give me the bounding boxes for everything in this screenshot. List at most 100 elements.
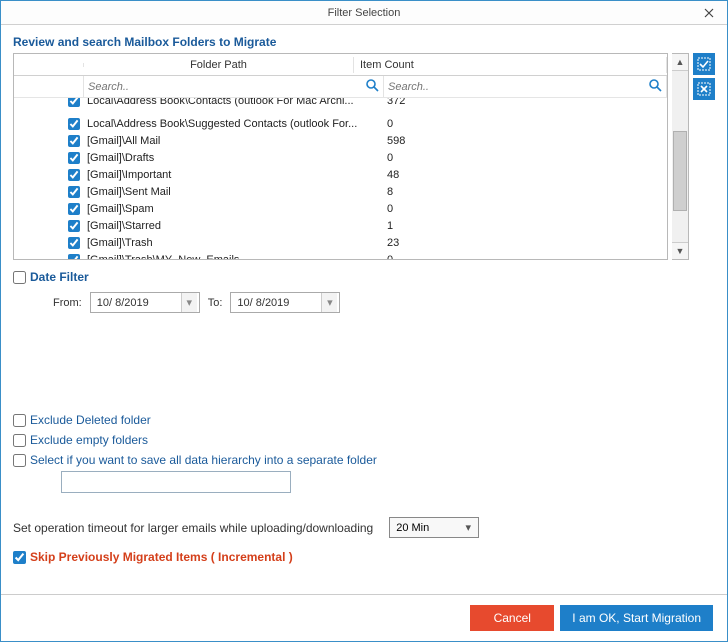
folders-table: Folder Path Item Count Local\Address Boo… bbox=[13, 53, 668, 260]
table-row[interactable]: [Gmail]\Trash23 bbox=[14, 234, 667, 251]
row-checkbox[interactable] bbox=[68, 152, 80, 164]
cancel-button[interactable]: Cancel bbox=[470, 605, 554, 631]
from-date-value: 10/ 8/2019 bbox=[97, 297, 149, 309]
exclude-empty-check[interactable]: Exclude empty folders bbox=[13, 433, 148, 447]
col-folder-path[interactable]: Folder Path bbox=[84, 57, 354, 73]
exclude-empty-checkbox[interactable] bbox=[13, 434, 26, 447]
check-all-icon bbox=[697, 57, 711, 71]
calendar-icon[interactable]: ▾ bbox=[321, 293, 337, 312]
to-date-picker[interactable]: 10/ 8/2019 ▾ bbox=[230, 292, 340, 313]
titlebar: Filter Selection bbox=[1, 1, 727, 25]
row-checkbox[interactable] bbox=[68, 118, 80, 130]
folders-area: Folder Path Item Count Local\Address Boo… bbox=[13, 53, 715, 260]
date-range-row: From: 10/ 8/2019 ▾ To: 10/ 8/2019 ▾ bbox=[13, 292, 715, 313]
skip-migrated-checkbox[interactable] bbox=[13, 551, 26, 564]
skip-migrated-label: Skip Previously Migrated Items ( Increme… bbox=[30, 550, 293, 564]
table-row[interactable]: [Gmail]\Sent Mail8 bbox=[14, 183, 667, 200]
hierarchy-folder-input[interactable] bbox=[61, 471, 291, 493]
scroll-thumb[interactable] bbox=[673, 131, 687, 211]
scroll-down-button[interactable]: ▼ bbox=[672, 242, 688, 259]
save-hierarchy-checkbox[interactable] bbox=[13, 454, 26, 467]
row-checkbox[interactable] bbox=[68, 98, 80, 107]
scroll-up-button[interactable]: ▲ bbox=[672, 54, 688, 71]
search-path-input[interactable] bbox=[88, 81, 363, 93]
chevron-down-icon: ▾ bbox=[460, 521, 476, 534]
chevron-down-icon: ▼ bbox=[676, 246, 685, 256]
col-checkbox bbox=[14, 63, 84, 67]
scrollbar[interactable]: ▲ ▼ bbox=[672, 53, 689, 260]
row-count: 48 bbox=[384, 169, 667, 181]
table-row[interactable]: [Gmail]\Starred1 bbox=[14, 217, 667, 234]
table-row[interactable]: Local\Address Book\Contacts (outlook For… bbox=[14, 98, 667, 109]
row-checkbox[interactable] bbox=[68, 203, 80, 215]
save-hierarchy-check[interactable]: Select if you want to save all data hier… bbox=[13, 453, 377, 467]
start-button-label: I am OK, Start Migration bbox=[572, 611, 701, 625]
row-path: [Gmail]\All Mail bbox=[84, 135, 384, 147]
row-checkbox[interactable] bbox=[68, 237, 80, 249]
search-icon[interactable] bbox=[648, 78, 662, 95]
save-hierarchy-row: Select if you want to save all data hier… bbox=[13, 453, 715, 467]
save-hierarchy-label: Select if you want to save all data hier… bbox=[30, 453, 377, 467]
exclude-deleted-check[interactable]: Exclude Deleted folder bbox=[13, 413, 151, 427]
filter-selection-dialog: Filter Selection Review and search Mailb… bbox=[0, 0, 728, 642]
exclude-deleted-label: Exclude Deleted folder bbox=[30, 413, 151, 427]
row-count: 0 bbox=[384, 203, 667, 215]
calendar-icon[interactable]: ▾ bbox=[181, 293, 197, 312]
exclude-deleted-checkbox[interactable] bbox=[13, 414, 26, 427]
timeout-select[interactable]: 20 Min ▾ bbox=[389, 517, 479, 538]
scroll-track[interactable] bbox=[672, 71, 688, 242]
deselect-all-button[interactable] bbox=[693, 78, 715, 100]
row-checkbox[interactable] bbox=[68, 135, 80, 147]
start-migration-button[interactable]: I am OK, Start Migration bbox=[560, 605, 713, 631]
exclude-empty-label: Exclude empty folders bbox=[30, 433, 148, 447]
table-search-row bbox=[14, 76, 667, 98]
table-row[interactable]: [Gmail]\Important48 bbox=[14, 166, 667, 183]
date-filter-label: Date Filter bbox=[30, 270, 89, 284]
date-filter-checkbox[interactable] bbox=[13, 271, 26, 284]
row-count: 23 bbox=[384, 237, 667, 249]
row-count: 0 bbox=[384, 152, 667, 164]
skip-migrated-check[interactable]: Skip Previously Migrated Items ( Increme… bbox=[13, 550, 293, 564]
row-checkbox[interactable] bbox=[68, 254, 80, 260]
timeout-label: Set operation timeout for larger emails … bbox=[13, 521, 373, 535]
to-date-value: 10/ 8/2019 bbox=[237, 297, 289, 309]
from-label: From: bbox=[53, 297, 82, 309]
search-icon[interactable] bbox=[365, 78, 379, 95]
search-count-input[interactable] bbox=[388, 81, 646, 93]
row-count: 0 bbox=[384, 254, 667, 260]
row-path: [Gmail]\Sent Mail bbox=[84, 186, 384, 198]
dialog-content: Review and search Mailbox Folders to Mig… bbox=[1, 25, 727, 594]
search-cb-cell bbox=[14, 76, 84, 97]
table-row[interactable]: [Gmail]\Spam0 bbox=[14, 200, 667, 217]
row-checkbox[interactable] bbox=[68, 186, 80, 198]
table-row[interactable]: [Gmail]\Drafts0 bbox=[14, 149, 667, 166]
row-checkbox[interactable] bbox=[68, 169, 80, 181]
search-count-cell bbox=[384, 76, 667, 97]
from-date-picker[interactable]: 10/ 8/2019 ▾ bbox=[90, 292, 200, 313]
timeout-value: 20 Min bbox=[396, 522, 429, 534]
timeout-row: Set operation timeout for larger emails … bbox=[13, 517, 715, 538]
row-count: 372 bbox=[384, 98, 667, 107]
table-row[interactable]: [Gmail]\All Mail598 bbox=[14, 132, 667, 149]
close-button[interactable] bbox=[691, 1, 727, 24]
table-header: Folder Path Item Count bbox=[14, 54, 667, 76]
row-path: [Gmail]\Spam bbox=[84, 203, 384, 215]
row-path: [Gmail]\Starred bbox=[84, 220, 384, 232]
row-checkbox[interactable] bbox=[68, 220, 80, 232]
select-all-button[interactable] bbox=[693, 53, 715, 75]
clear-all-icon bbox=[697, 82, 711, 96]
table-row[interactable]: [Gmail]\Trash\MY_New_Emails0 bbox=[14, 251, 667, 259]
date-filter-check[interactable]: Date Filter bbox=[13, 270, 89, 284]
row-path: Local\Address Book\Suggested Contacts (o… bbox=[84, 118, 384, 130]
row-count: 0 bbox=[384, 118, 667, 130]
close-icon bbox=[704, 8, 714, 18]
row-path: [Gmail]\Trash bbox=[84, 237, 384, 249]
table-row[interactable]: Local\Address Book\Suggested Contacts (o… bbox=[14, 115, 667, 132]
row-count: 8 bbox=[384, 186, 667, 198]
col-item-count[interactable]: Item Count bbox=[354, 57, 667, 73]
table-body: Local\Address Book\Contacts (outlook For… bbox=[14, 98, 667, 259]
section-heading: Review and search Mailbox Folders to Mig… bbox=[13, 35, 715, 49]
window-title: Filter Selection bbox=[328, 7, 401, 19]
to-label: To: bbox=[208, 297, 223, 309]
exclude-deleted-row: Exclude Deleted folder bbox=[13, 413, 715, 427]
